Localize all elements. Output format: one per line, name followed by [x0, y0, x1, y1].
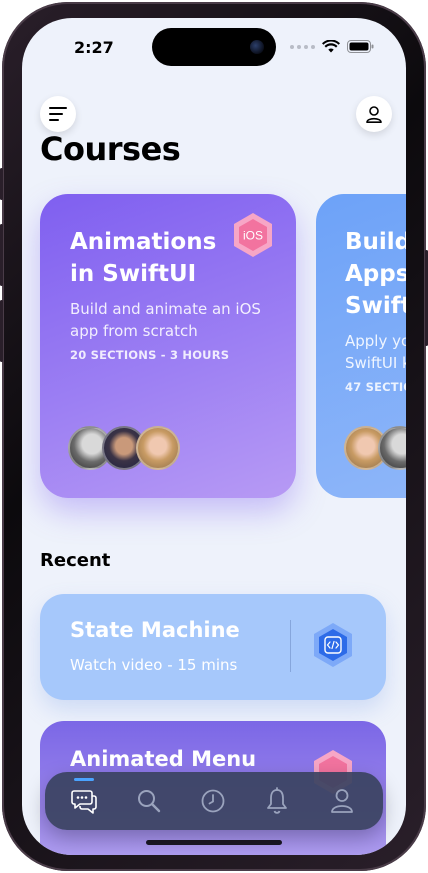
ios-badge-label: iOS	[243, 229, 263, 243]
recent-item[interactable]: State Machine Watch video - 15 mins	[40, 594, 386, 700]
divider	[290, 620, 291, 672]
ios-badge-icon: iOS	[234, 213, 272, 257]
status-time: 2:27	[74, 38, 114, 57]
person-icon	[331, 789, 353, 813]
recent-item-title: State Machine	[70, 618, 240, 642]
menu-button[interactable]	[40, 96, 76, 132]
tab-bar	[45, 772, 383, 830]
hamburger-icon	[49, 107, 67, 121]
recent-heading: Recent	[40, 550, 111, 571]
clock-icon	[201, 789, 225, 813]
screen: 2:27 Courses Animations in SwiftUI Build…	[22, 18, 406, 855]
course-title: Build Apps Swift	[345, 229, 406, 319]
code-icon	[314, 623, 352, 667]
tab-chat[interactable]	[62, 782, 106, 820]
bell-icon	[267, 787, 287, 814]
device-frame: 2:27 Courses Animations in SwiftUI Build…	[0, 0, 428, 873]
course-subtitle: Build and animate an iOS app from scratc…	[70, 300, 261, 340]
status-icons	[290, 40, 374, 53]
tab-search[interactable]	[127, 782, 171, 820]
signal-dots-icon	[290, 44, 315, 49]
course-subtitle: Apply yo SwiftUI k	[345, 332, 406, 372]
course-card[interactable]: Build Apps Swift Apply yo SwiftUI k 47 S…	[316, 194, 406, 498]
search-icon	[138, 790, 161, 813]
tab-active-indicator	[74, 778, 94, 781]
chat-icon	[71, 790, 97, 814]
wifi-icon	[322, 40, 340, 53]
dynamic-island	[152, 28, 276, 66]
avatar-group	[68, 426, 180, 470]
course-meta: 47 SECTIO	[345, 380, 406, 394]
camera-icon	[250, 40, 264, 54]
person-icon	[366, 105, 382, 123]
volume-down-button	[0, 300, 3, 362]
tab-history[interactable]	[191, 782, 235, 820]
page-title: Courses	[40, 130, 181, 168]
tab-notifications[interactable]	[255, 782, 299, 820]
battery-icon	[347, 40, 374, 53]
home-indicator[interactable]	[146, 840, 282, 845]
avatar	[136, 426, 180, 470]
course-card[interactable]: Animations in SwiftUI Build and animate …	[40, 194, 296, 498]
volume-up-button	[0, 224, 3, 286]
recent-item-subtitle: Watch video - 15 mins	[70, 656, 238, 674]
recent-item-title: Animated Menu	[70, 747, 257, 771]
avatar-group	[344, 426, 406, 470]
action-button	[0, 168, 3, 200]
course-title: Animations in SwiftUI	[70, 229, 217, 287]
profile-button[interactable]	[356, 96, 392, 132]
tab-account[interactable]	[320, 782, 364, 820]
course-meta: 20 SECTIONS - 3 HOURS	[70, 348, 230, 362]
